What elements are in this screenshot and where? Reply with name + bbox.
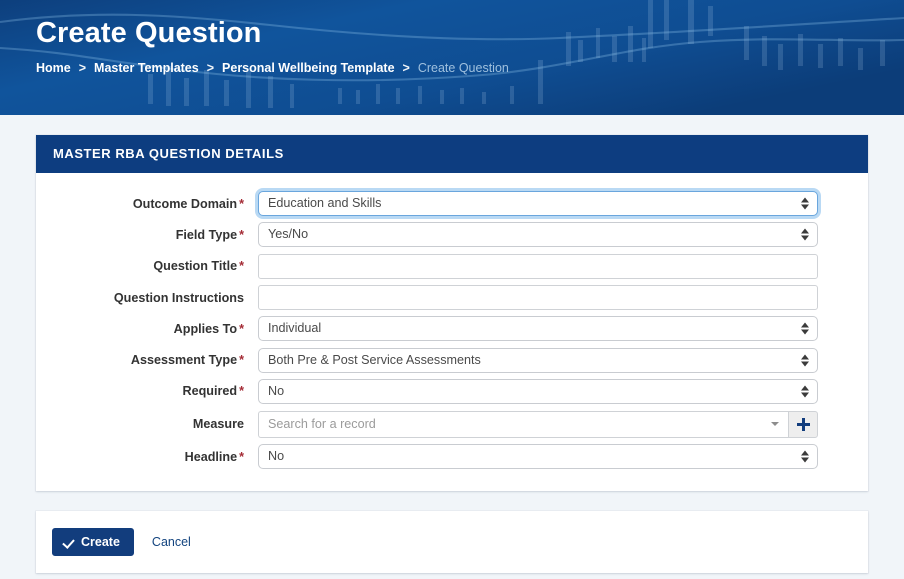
control-wrap-measure: Search for a record <box>258 410 818 438</box>
form-row-assessment-type: Assessment Type * Both Pre & Post Service… <box>36 344 868 375</box>
breadcrumb-item-master-templates[interactable]: Master Templates <box>94 60 199 76</box>
required-marker: * <box>239 259 244 274</box>
breadcrumb-item-create-question: Create Question <box>417 61 509 75</box>
chevron-updown-icon <box>800 352 809 369</box>
required-marker: * <box>239 449 244 464</box>
page-banner: Create Question Home > Master Templates … <box>0 0 904 115</box>
select-headline[interactable]: No <box>258 444 818 470</box>
form-row-question-title: Question Title * <box>36 251 868 282</box>
cancel-button[interactable]: Cancel <box>140 529 203 555</box>
label-measure-text: Measure <box>192 417 244 432</box>
label-measure: Measure <box>36 416 258 432</box>
required-marker: * <box>239 321 244 336</box>
label-question-title-text: Question Title <box>153 259 238 274</box>
required-marker: * <box>239 353 244 368</box>
page-title: Create Question <box>36 17 262 49</box>
create-button[interactable]: Create <box>52 528 134 557</box>
label-assessment-type-text: Assessment Type <box>130 353 238 368</box>
measure-search-input[interactable]: Search for a record <box>258 410 788 438</box>
select-assessment-type-value: Both Pre & Post Service Assessments <box>268 352 481 367</box>
label-headline-text: Headline <box>184 449 238 464</box>
label-required: Required * <box>36 383 258 399</box>
breadcrumb-item-personal-wellbeing-template[interactable]: Personal Wellbeing Template <box>222 60 395 76</box>
select-headline-value: No <box>268 449 285 464</box>
chevron-updown-icon <box>800 226 809 243</box>
label-field-type-text: Field Type <box>175 227 238 242</box>
form-row-field-type: Field Type * Yes/No <box>36 219 868 250</box>
label-question-instructions: Question Instructions <box>36 290 258 306</box>
chevron-updown-icon <box>800 195 809 212</box>
form-actions-card: Create Cancel <box>36 511 868 574</box>
form-row-applies-to: Applies To * Individual <box>36 313 868 344</box>
chevron-updown-icon <box>800 320 809 337</box>
chevron-updown-icon <box>800 383 809 400</box>
form-row-outcome-domain: Outcome Domain * Education and Skills <box>36 188 868 219</box>
required-marker: * <box>239 384 244 399</box>
label-applies-to: Applies To * <box>36 321 258 337</box>
create-button-label: Create <box>81 535 120 550</box>
select-outcome-domain[interactable]: Education and Skills <box>258 191 818 217</box>
page-content: MASTER RBA QUESTION DETAILS Outcome Doma… <box>0 135 904 574</box>
question-details-form: Outcome Domain * Education and Skills Fie… <box>36 173 868 491</box>
control-wrap-headline: No <box>258 444 818 470</box>
label-applies-to-text: Applies To <box>173 321 238 336</box>
select-assessment-type[interactable]: Both Pre & Post Service Assessments <box>258 347 818 373</box>
measure-placeholder: Search for a record <box>268 417 376 432</box>
breadcrumb-separator: > <box>206 61 215 75</box>
chevron-down-icon <box>771 422 779 427</box>
label-question-instructions-text: Question Instructions <box>113 290 244 305</box>
control-wrap-field-type: Yes/No <box>258 222 818 248</box>
label-outcome-domain: Outcome Domain * <box>36 196 258 212</box>
select-outcome-domain-value: Education and Skills <box>268 196 382 211</box>
form-row-question-instructions: Question Instructions <box>36 282 868 313</box>
select-required-value: No <box>268 383 285 398</box>
question-details-card: MASTER RBA QUESTION DETAILS Outcome Doma… <box>36 135 868 492</box>
control-wrap-question-title <box>258 253 818 279</box>
select-required[interactable]: No <box>258 378 818 404</box>
label-field-type: Field Type * <box>36 227 258 243</box>
select-field-type-value: Yes/No <box>268 227 309 242</box>
add-measure-button[interactable] <box>788 410 818 438</box>
plus-icon <box>796 417 810 431</box>
required-marker: * <box>239 227 244 242</box>
select-applies-to-value: Individual <box>268 321 322 336</box>
select-applies-to[interactable]: Individual <box>258 316 818 342</box>
breadcrumb-separator: > <box>78 61 87 75</box>
label-outcome-domain-text: Outcome Domain <box>132 196 238 211</box>
control-wrap-required: No <box>258 378 818 404</box>
control-wrap-assessment-type: Both Pre & Post Service Assessments <box>258 347 818 373</box>
form-row-headline: Headline * No <box>36 441 868 472</box>
chevron-updown-icon <box>800 448 809 465</box>
label-question-title: Question Title * <box>36 258 258 274</box>
label-required-text: Required <box>182 384 238 399</box>
lookup-measure: Search for a record <box>258 410 818 438</box>
input-question-instructions[interactable] <box>258 285 818 311</box>
select-field-type[interactable]: Yes/No <box>258 222 818 248</box>
required-marker: * <box>239 196 244 211</box>
control-wrap-outcome-domain: Education and Skills <box>258 191 818 217</box>
form-row-measure: Measure Search for a record <box>36 407 868 441</box>
control-wrap-question-instructions <box>258 285 818 311</box>
label-headline: Headline * <box>36 449 258 465</box>
breadcrumb-item-home[interactable]: Home <box>36 60 71 76</box>
input-question-title[interactable] <box>258 253 818 279</box>
control-wrap-applies-to: Individual <box>258 316 818 342</box>
label-assessment-type: Assessment Type * <box>36 352 258 368</box>
breadcrumb-separator: > <box>402 61 410 75</box>
form-row-required: Required * No <box>36 376 868 407</box>
check-icon <box>64 537 75 548</box>
card-header-title: MASTER RBA QUESTION DETAILS <box>36 135 868 173</box>
breadcrumb: Home > Master Templates > Personal Wellb… <box>36 60 904 76</box>
